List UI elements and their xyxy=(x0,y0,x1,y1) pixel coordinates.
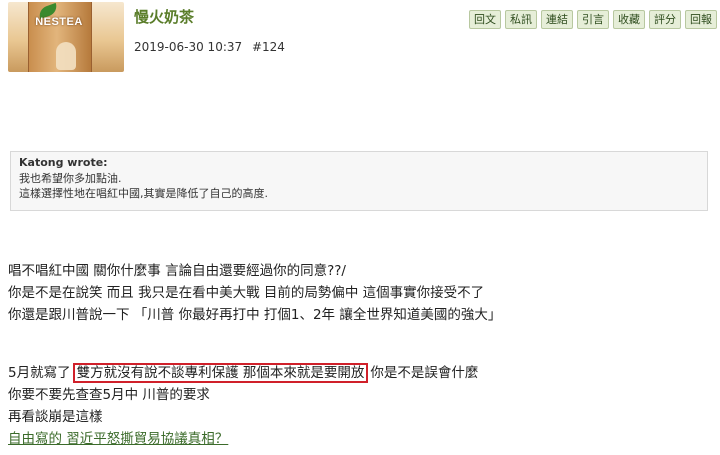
post-number[interactable]: #124 xyxy=(252,40,285,54)
post-line: 再看談崩是這樣 xyxy=(8,409,103,425)
post-line: 你是不是在說笑 而且 我只是在看中美大戰 目前的局勢偏中 這個事實你接受不了 xyxy=(8,285,485,301)
report-button[interactable]: 回報 xyxy=(685,10,717,29)
username[interactable]: 慢火奶茶 xyxy=(134,6,194,27)
avatar-milk-pour xyxy=(56,42,76,70)
post-timestamp: 2019-06-30 10:37 xyxy=(134,40,243,54)
post-text: 5月就寫了 xyxy=(8,365,71,381)
article-link[interactable]: 自由寫的 習近平怒撕貿易協議真相？ xyxy=(8,431,228,447)
post-line: 唱不唱紅中國 關你什麼事 言論自由還要經過你的同意??/ xyxy=(8,263,346,279)
rate-button[interactable]: 評分 xyxy=(649,10,681,29)
post-actions: 回文 私訊 連結 引言 收藏 評分 回報 xyxy=(469,10,717,29)
post-meta: 2019-06-30 10:37 #124 xyxy=(134,40,291,54)
quote-author: Katong wrote: xyxy=(19,156,108,169)
link-button[interactable]: 連結 xyxy=(541,10,573,29)
quote-block: Katong wrote: 我也希望你多加點油. 這樣選擇性地在唱紅中國,其實是… xyxy=(10,151,708,211)
post-text: 你是不是誤會什麼 xyxy=(370,365,479,381)
quote-line: 我也希望你多加點油. xyxy=(19,172,122,185)
quote-line: 這樣選擇性地在唱紅中國,其實是降低了自己的高度. xyxy=(19,187,268,200)
post-line: 自由寫的 習近平怒撕貿易協議真相？ xyxy=(8,428,708,450)
post-line: 你還是跟川普說一下 「川普 你最好再打中 打個1、2年 讓全世界知道美國的強大」 xyxy=(8,307,502,323)
avatar[interactable]: NESTEA xyxy=(8,2,124,72)
private-message-button[interactable]: 私訊 xyxy=(505,10,537,29)
reply-button[interactable]: 回文 xyxy=(469,10,501,29)
favorite-button[interactable]: 收藏 xyxy=(613,10,645,29)
highlighted-text: 雙方就沒有說不談專利保護 那個本來就是要開放 xyxy=(72,363,369,383)
post-body: 唱不唱紅中國 關你什麼事 言論自由還要經過你的同意??/ 你是不是在說笑 而且 … xyxy=(8,260,708,450)
quote-button[interactable]: 引言 xyxy=(577,10,609,29)
post-line: 5月就寫了 雙方就沒有說不談專利保護 那個本來就是要開放 你是不是誤會什麼 xyxy=(8,362,708,384)
avatar-brand-text: NESTEA xyxy=(35,16,83,28)
post-line: 你要不要先查查5月中 川普的要求 xyxy=(8,387,210,403)
